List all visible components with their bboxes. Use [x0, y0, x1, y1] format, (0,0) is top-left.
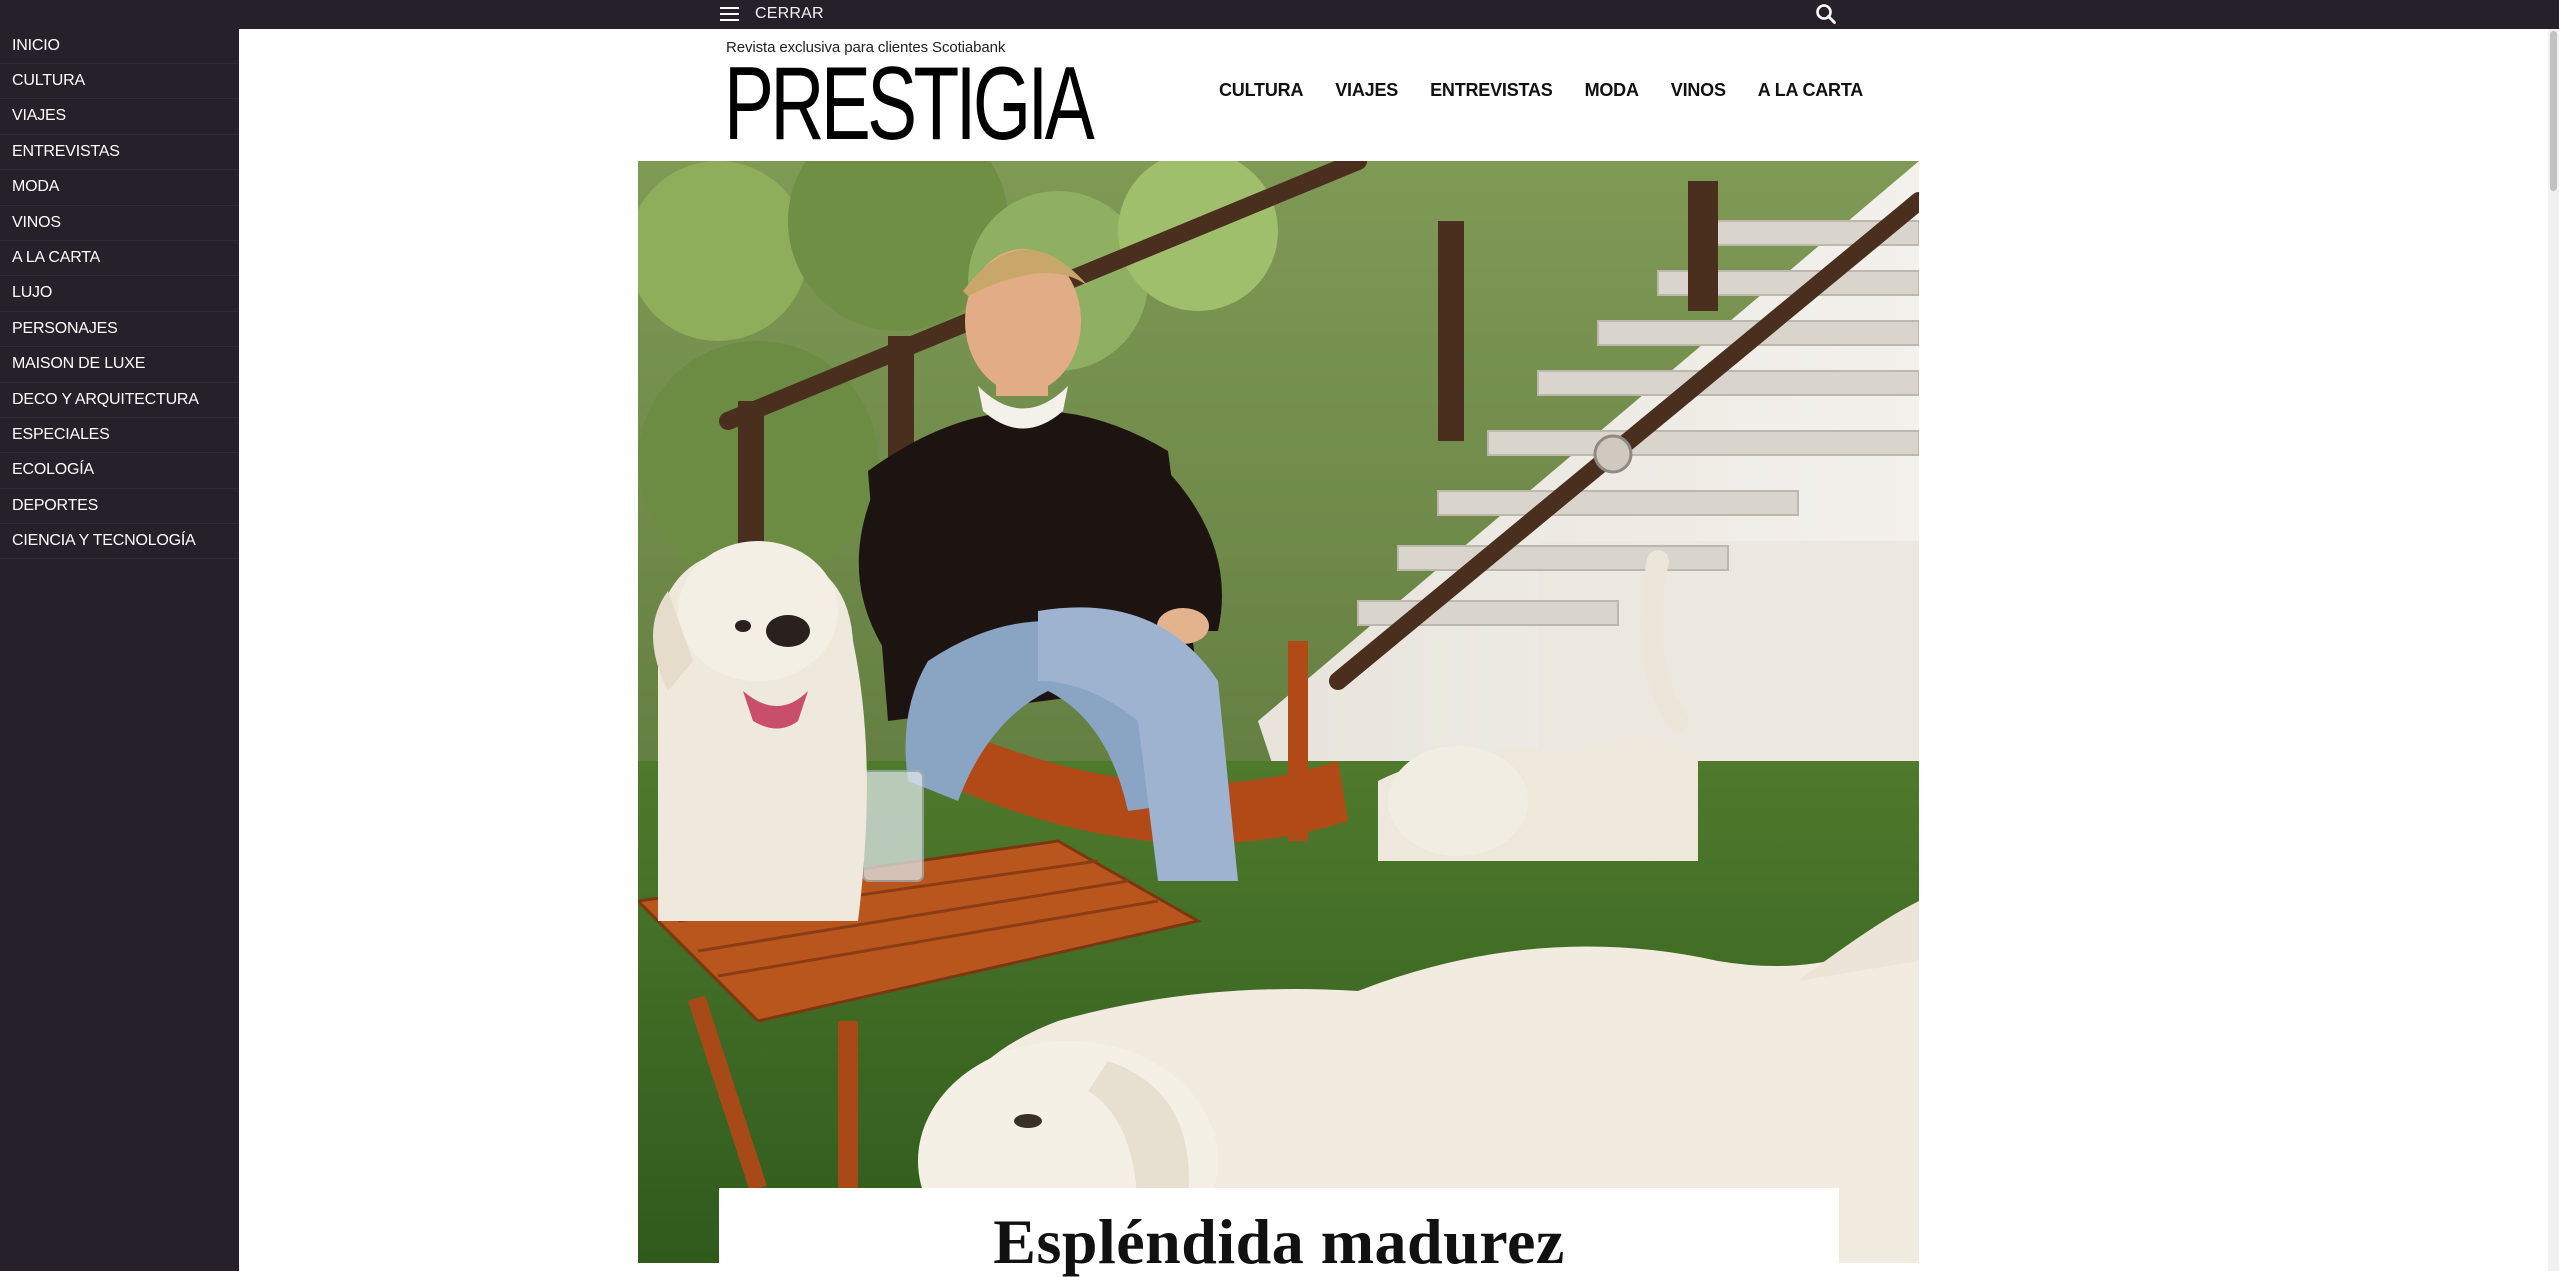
main-nav: CULTURA VIAJES ENTREVISTAS MODA VINOS A …	[1219, 80, 1863, 101]
sidebar-item-ciencia-y-tecnologia[interactable]: CIENCIA Y TECNOLOGÍA	[0, 524, 239, 560]
article-headline-card: Espléndida madurez	[719, 1188, 1839, 1274]
search-button[interactable]	[1813, 1, 1839, 27]
search-icon	[1816, 4, 1836, 24]
sidebar-item-entrevistas[interactable]: ENTREVISTAS	[0, 135, 239, 171]
menu-close-label: CERRAR	[755, 5, 824, 22]
top-bar: CERRAR	[0, 0, 2559, 29]
sidebar-item-moda[interactable]: MODA	[0, 170, 239, 206]
nav-item-a-la-carta[interactable]: A LA CARTA	[1758, 80, 1864, 101]
sidebar-item-maison-de-luxe[interactable]: MAISON DE LUXE	[0, 347, 239, 383]
sidebar-item-personajes[interactable]: PERSONAJES	[0, 312, 239, 348]
hero-image[interactable]	[638, 161, 1919, 1263]
sidebar-menu: INICIO CULTURA VIAJES ENTREVISTAS MODA V…	[0, 29, 239, 1271]
sidebar-item-especiales[interactable]: ESPECIALES	[0, 418, 239, 454]
sidebar-item-viajes[interactable]: VIAJES	[0, 99, 239, 135]
sidebar-item-inicio[interactable]: INICIO	[0, 29, 239, 64]
site-logo[interactable]: PRESTIGIA	[724, 52, 1095, 156]
sidebar-item-ecologia[interactable]: ECOLOGÍA	[0, 453, 239, 489]
menu-close-button[interactable]: CERRAR	[720, 3, 824, 25]
sidebar-item-deco-y-arquitectura[interactable]: DECO Y ARQUITECTURA	[0, 383, 239, 418]
sidebar-item-cultura[interactable]: CULTURA	[0, 64, 239, 100]
nav-item-vinos[interactable]: VINOS	[1671, 80, 1726, 101]
page-scrollbar[interactable]	[2548, 29, 2559, 1271]
scrollbar-thumb[interactable]	[2550, 31, 2557, 191]
nav-item-viajes[interactable]: VIAJES	[1335, 80, 1398, 101]
nav-item-entrevistas[interactable]: ENTREVISTAS	[1430, 80, 1553, 101]
sidebar-item-deportes[interactable]: DEPORTES	[0, 489, 239, 525]
nav-item-moda[interactable]: MODA	[1585, 80, 1639, 101]
hamburger-icon	[720, 7, 739, 21]
sidebar-item-vinos[interactable]: VINOS	[0, 206, 239, 241]
nav-item-cultura[interactable]: CULTURA	[1219, 80, 1303, 101]
sidebar-item-a-la-carta[interactable]: A LA CARTA	[0, 241, 239, 277]
article-headline[interactable]: Espléndida madurez	[719, 1188, 1839, 1274]
sidebar-item-lujo[interactable]: LUJO	[0, 276, 239, 312]
